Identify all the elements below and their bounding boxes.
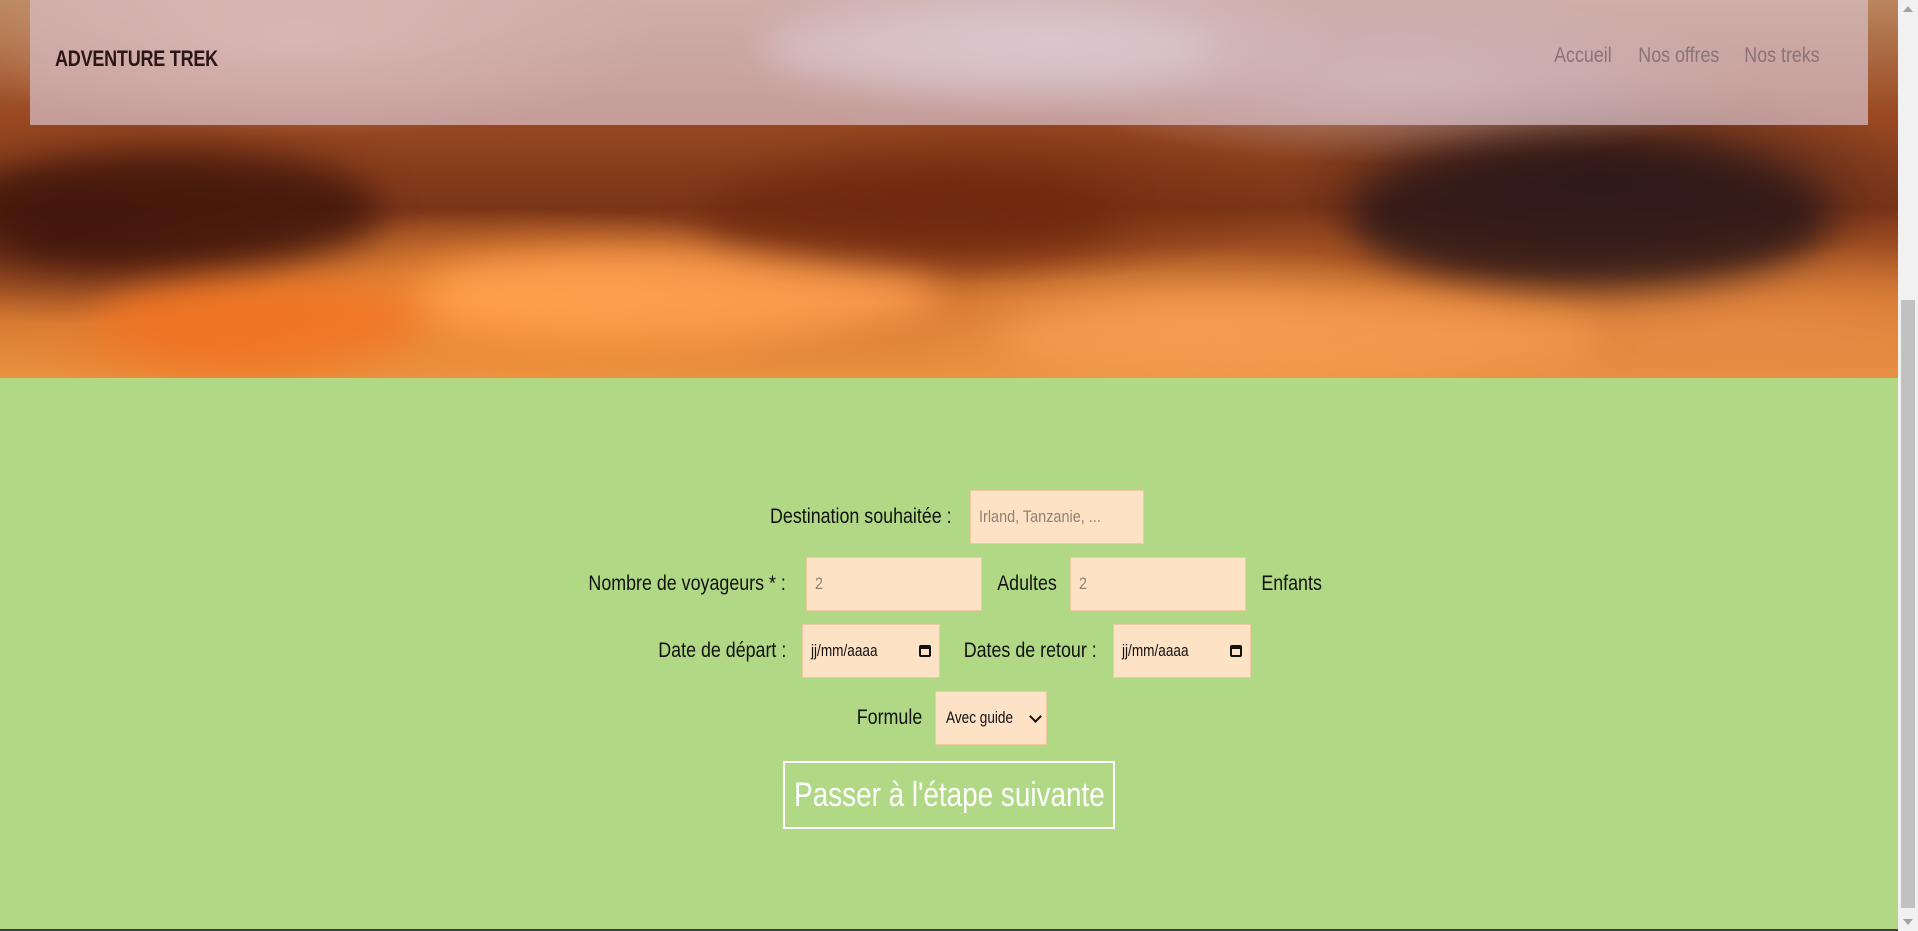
return-date-input[interactable]: jj/mm/aaaa bbox=[1112, 624, 1251, 678]
scroll-down-arrow-icon[interactable] bbox=[1903, 919, 1913, 925]
children-label: Enfants bbox=[1260, 572, 1322, 595]
calendar-icon[interactable] bbox=[1229, 645, 1242, 657]
brand-logo[interactable]: ADVENTURE TREK bbox=[55, 46, 218, 72]
destination-row: Destination souhaitée : Irland, Tanzanie… bbox=[0, 490, 1898, 544]
travelers-label: Nombre de voyageurs * : bbox=[588, 572, 787, 595]
scroll-up-arrow-icon[interactable] bbox=[1903, 6, 1913, 12]
departure-label: Date de départ : bbox=[658, 639, 787, 662]
destination-input[interactable]: Irland, Tanzanie, ... bbox=[969, 490, 1144, 544]
nav-link-nos-treks[interactable]: Nos treks bbox=[1745, 44, 1820, 68]
children-input[interactable]: 2 bbox=[1069, 557, 1246, 611]
travelers-row: Nombre de voyageurs * : 2 Adultes 2 Enfa… bbox=[0, 557, 1898, 611]
calendar-icon[interactable] bbox=[919, 645, 932, 657]
main-nav: Accueil Nos offres Nos treks bbox=[1544, 44, 1820, 68]
formula-row: Formule Avec guide bbox=[0, 691, 1898, 745]
nav-link-nos-offres[interactable]: Nos offres bbox=[1638, 44, 1719, 68]
dates-row: Date de départ : jj/mm/aaaa Dates de ret… bbox=[0, 624, 1898, 678]
next-step-button-label: Passer à l'étape suivante bbox=[793, 775, 1105, 814]
departure-date-placeholder: jj/mm/aaaa bbox=[811, 641, 878, 660]
formula-selected-value: Avec guide bbox=[945, 708, 1013, 727]
adults-value: 2 bbox=[814, 574, 823, 593]
destination-label: Destination souhaitée : bbox=[770, 505, 952, 528]
formula-select[interactable]: Avec guide bbox=[934, 691, 1047, 745]
chevron-down-icon bbox=[1028, 709, 1042, 723]
scrollbar-thumb[interactable] bbox=[1901, 300, 1915, 908]
return-date-placeholder: jj/mm/aaaa bbox=[1121, 641, 1189, 660]
adults-label: Adultes bbox=[996, 572, 1057, 595]
submit-row: Passer à l'étape suivante bbox=[0, 761, 1898, 829]
return-label: Dates de retour : bbox=[963, 639, 1097, 662]
destination-placeholder: Irland, Tanzanie, ... bbox=[978, 507, 1101, 526]
site-header: ADVENTURE TREK Accueil Nos offres Nos tr… bbox=[30, 0, 1868, 125]
children-value: 2 bbox=[1078, 574, 1087, 593]
adults-input[interactable]: 2 bbox=[805, 557, 982, 611]
nav-link-accueil[interactable]: Accueil bbox=[1554, 44, 1612, 68]
booking-form: Destination souhaitée : Irland, Tanzanie… bbox=[0, 378, 1898, 931]
next-step-button[interactable]: Passer à l'étape suivante bbox=[783, 761, 1115, 829]
formula-label: Formule bbox=[857, 706, 923, 729]
vertical-scrollbar[interactable] bbox=[1898, 0, 1918, 931]
departure-date-input[interactable]: jj/mm/aaaa bbox=[802, 624, 941, 678]
